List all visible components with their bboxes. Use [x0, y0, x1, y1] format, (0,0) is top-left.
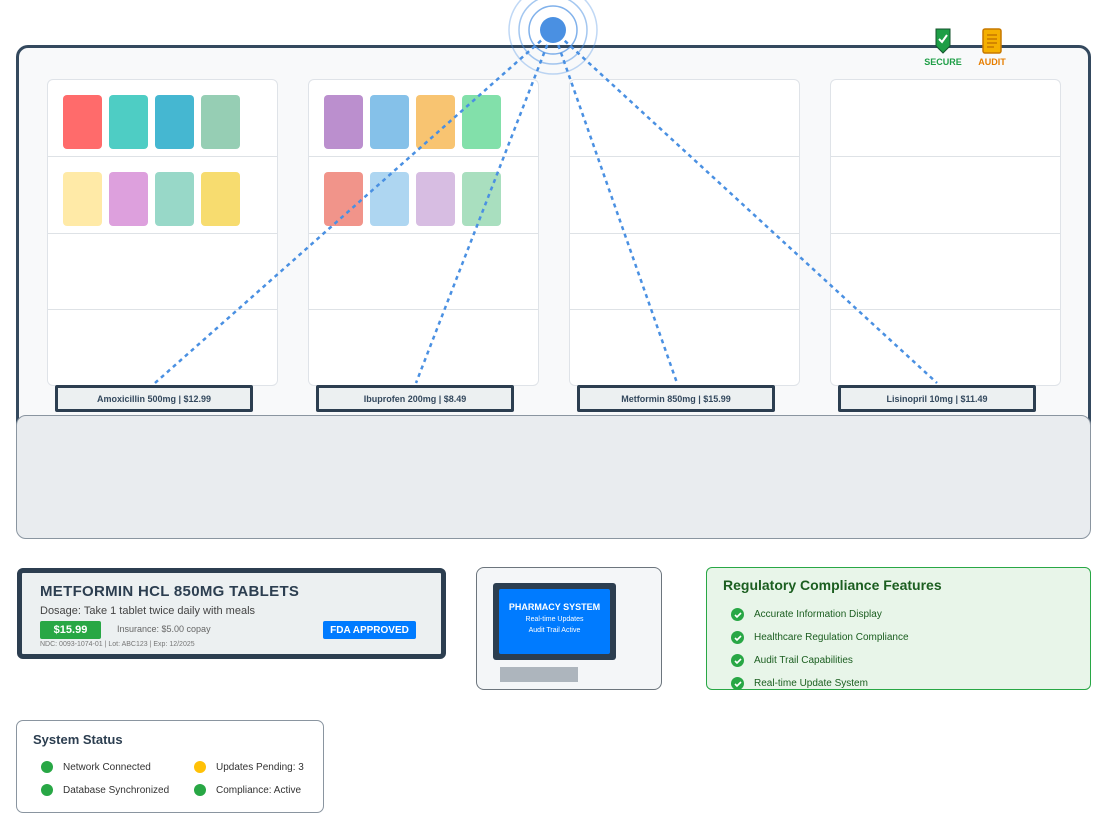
fda-approved-badge: FDA APPROVED [323, 621, 416, 639]
terminal-display: PHARMACY SYSTEM Real-time Updates Audit … [499, 589, 610, 654]
check-icon [731, 608, 744, 621]
product-price-badge: $15.99 [40, 621, 101, 639]
audit-badge: AUDIT [969, 28, 1015, 67]
compliance-item-label: Healthcare Regulation Compliance [754, 632, 909, 643]
compliance-item: Audit Trail Capabilities [731, 654, 853, 667]
system-status-panel: System Status Network Connected Database… [16, 720, 324, 813]
pharmacy-terminal: PHARMACY SYSTEM Real-time Updates Audit … [476, 567, 662, 690]
network-link [551, 29, 679, 384]
network-link [552, 29, 938, 384]
terminal-stand [500, 667, 578, 682]
compliance-title: Regulatory Compliance Features [723, 577, 942, 593]
audit-label: AUDIT [978, 57, 1006, 67]
product-ndc: NDC: 0093-1074-01 | Lot: ABC123 | Exp: 1… [40, 641, 195, 648]
status-database-label: Database Synchronized [63, 784, 170, 796]
network-hub [540, 17, 566, 43]
check-icon [731, 654, 744, 667]
document-icon [982, 28, 1002, 54]
terminal-screen[interactable]: PHARMACY SYSTEM Real-time Updates Audit … [493, 583, 616, 660]
terminal-line-audit: Audit Trail Active [528, 627, 581, 634]
secure-label: SECURE [924, 57, 962, 67]
status-dot-green [41, 784, 53, 796]
secure-badge: SECURE [920, 28, 966, 67]
network-link [154, 29, 554, 384]
compliance-item: Healthcare Regulation Compliance [731, 631, 909, 644]
status-compliance: Compliance: Active [194, 784, 301, 796]
compliance-item: Real-time Update System [731, 677, 868, 690]
terminal-title: PHARMACY SYSTEM [508, 602, 601, 612]
status-network: Network Connected [41, 761, 151, 773]
status-compliance-label: Compliance: Active [216, 784, 302, 796]
status-dot-green [194, 784, 206, 796]
status-network-label: Network Connected [63, 761, 151, 773]
compliance-panel: Regulatory Compliance Features Accurate … [706, 567, 1091, 690]
compliance-item: Accurate Information Display [731, 608, 882, 621]
product-insurance: Insurance: $5.00 copay [117, 624, 211, 634]
status-dot-yellow [194, 761, 206, 773]
product-title: METFORMIN HCL 850MG TABLETS [40, 583, 300, 600]
check-icon [731, 631, 744, 644]
terminal-line-updates: Real-time Updates [525, 616, 584, 623]
product-info-card: METFORMIN HCL 850MG TABLETS Dosage: Take… [17, 568, 446, 659]
compliance-item-label: Real-time Update System [754, 678, 868, 689]
shield-check-icon [935, 28, 951, 54]
network-link [414, 29, 555, 384]
compliance-item-label: Audit Trail Capabilities [754, 655, 853, 666]
check-icon [731, 677, 744, 690]
compliance-item-label: Accurate Information Display [754, 609, 882, 620]
status-updates-label: Updates Pending: 3 [216, 761, 304, 773]
product-dosage: Dosage: Take 1 tablet twice daily with m… [40, 605, 256, 617]
status-title: System Status [33, 732, 123, 747]
status-database: Database Synchronized [41, 784, 169, 796]
status-updates: Updates Pending: 3 [194, 761, 304, 773]
counter-base [16, 415, 1091, 539]
status-dot-green [41, 761, 53, 773]
